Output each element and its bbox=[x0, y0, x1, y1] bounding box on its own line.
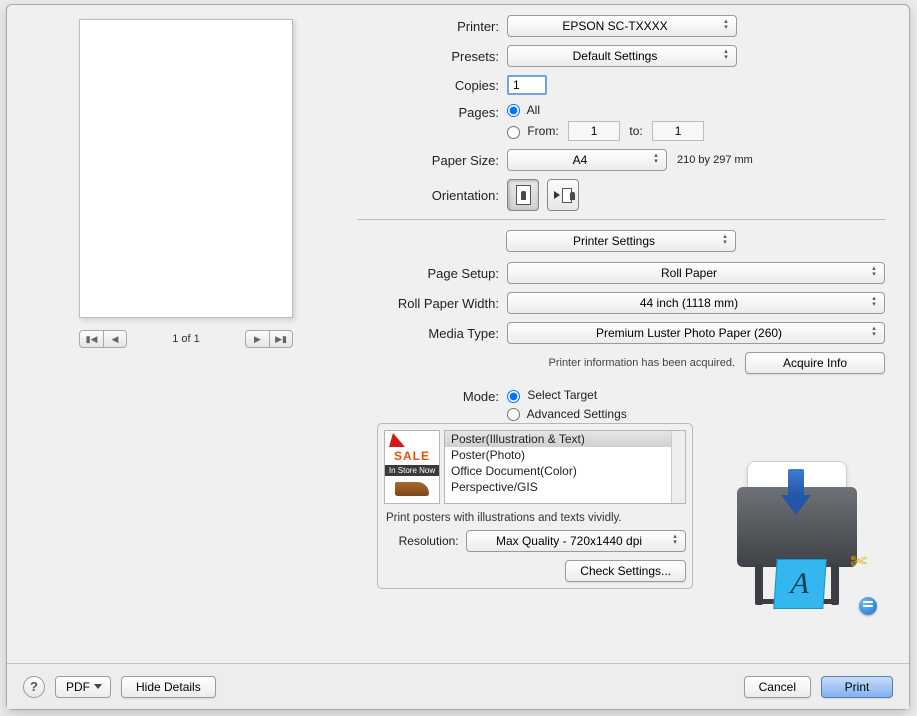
printer-label: Printer: bbox=[357, 19, 507, 34]
printer-value: EPSON SC-TXXXX bbox=[562, 19, 667, 33]
landscape-arrow-icon bbox=[554, 191, 560, 199]
pages-range-radio[interactable] bbox=[507, 126, 520, 139]
print-button[interactable]: Print bbox=[821, 676, 893, 698]
orientation-landscape-button[interactable] bbox=[547, 179, 579, 211]
thumb-instore-text: In Store Now bbox=[385, 465, 439, 476]
check-settings-button[interactable]: Check Settings... bbox=[565, 560, 686, 582]
chevron-down-icon bbox=[94, 684, 102, 689]
media-type-label: Media Type: bbox=[357, 326, 507, 341]
paper-size-value: A4 bbox=[573, 153, 588, 167]
page-setup-select[interactable]: Roll Paper bbox=[507, 262, 885, 284]
paper-size-select[interactable]: A4 bbox=[507, 149, 667, 171]
hide-details-button[interactable]: Hide Details bbox=[121, 676, 216, 698]
list-item[interactable]: Office Document(Color) bbox=[445, 463, 685, 479]
presets-select[interactable]: Default Settings bbox=[507, 45, 737, 67]
pages-from-input[interactable] bbox=[568, 121, 620, 141]
presets-label: Presets: bbox=[357, 49, 507, 64]
mode-advanced-label: Advanced Settings bbox=[527, 407, 627, 421]
landscape-icon bbox=[562, 188, 572, 203]
pages-from-label: From: bbox=[527, 124, 558, 138]
media-type-value: Premium Luster Photo Paper (260) bbox=[596, 326, 782, 340]
pages-label: Pages: bbox=[357, 103, 507, 120]
print-dialog: ▮◀ ◀ 1 of 1 ▶ ▶▮ Printer: EPSON SC-TXXXX… bbox=[6, 4, 910, 710]
mode-label: Mode: bbox=[357, 388, 507, 404]
target-description: Print posters with illustrations and tex… bbox=[384, 504, 686, 530]
shoe-icon bbox=[395, 482, 429, 496]
prev-page-button[interactable]: ◀ bbox=[103, 330, 127, 348]
pages-to-input[interactable] bbox=[652, 121, 704, 141]
roll-width-value: 44 inch (1118 mm) bbox=[640, 296, 738, 310]
page-preview bbox=[79, 19, 293, 318]
pages-all-label: All bbox=[527, 103, 540, 117]
resolution-value: Max Quality - 720x1440 dpi bbox=[496, 534, 642, 548]
scissors-icon: ✄ bbox=[850, 549, 867, 574]
pages-all-radio[interactable] bbox=[507, 104, 520, 117]
mode-select-target-label: Select Target bbox=[527, 388, 597, 402]
resolution-label: Resolution: bbox=[399, 534, 459, 548]
presets-value: Default Settings bbox=[573, 49, 658, 63]
help-button[interactable]: ? bbox=[23, 676, 45, 698]
page-setup-value: Roll Paper bbox=[661, 266, 717, 280]
panel-select-value: Printer Settings bbox=[573, 234, 655, 248]
roll-width-select[interactable]: 44 inch (1118 mm) bbox=[507, 292, 885, 314]
last-page-button[interactable]: ▶▮ bbox=[269, 330, 293, 348]
resolution-select[interactable]: Max Quality - 720x1440 dpi bbox=[466, 530, 686, 552]
preview-pane: ▮◀ ◀ 1 of 1 ▶ ▶▮ bbox=[21, 15, 351, 589]
first-page-button[interactable]: ▮◀ bbox=[79, 330, 103, 348]
page-indicator: 1 of 1 bbox=[172, 333, 200, 345]
printer-info-text: Printer information has been acquired. bbox=[507, 357, 745, 369]
printer-illustration: A ✄ bbox=[727, 441, 875, 621]
next-page-button[interactable]: ▶ bbox=[245, 330, 269, 348]
paper-size-dims: 210 by 297 mm bbox=[677, 154, 753, 166]
thumb-sale-text: SALE bbox=[385, 447, 439, 465]
list-item[interactable]: Perspective/GIS bbox=[445, 479, 685, 495]
paper-size-label: Paper Size: bbox=[357, 153, 507, 168]
mode-select-target-radio[interactable] bbox=[507, 390, 520, 403]
media-type-select[interactable]: Premium Luster Photo Paper (260) bbox=[507, 322, 885, 344]
pdf-label: PDF bbox=[66, 680, 90, 694]
page-setup-label: Page Setup: bbox=[357, 266, 507, 281]
heel-icon bbox=[389, 433, 405, 447]
dialog-footer: ? PDF Hide Details Cancel Print bbox=[7, 663, 909, 709]
mode-advanced-radio[interactable] bbox=[507, 408, 520, 421]
portrait-icon bbox=[516, 185, 531, 205]
settings-badge-icon[interactable] bbox=[859, 597, 877, 615]
printer-select[interactable]: EPSON SC-TXXXX bbox=[507, 15, 737, 37]
select-target-panel: SALE In Store Now Poster(Illustration & … bbox=[377, 423, 693, 589]
printer-sheet-letter: A bbox=[773, 559, 826, 609]
target-list[interactable]: Poster(Illustration & Text) Poster(Photo… bbox=[444, 430, 686, 504]
preview-pager: ▮◀ ◀ 1 of 1 ▶ ▶▮ bbox=[79, 330, 293, 348]
pages-to-label: to: bbox=[629, 124, 642, 138]
acquire-info-button[interactable]: Acquire Info bbox=[745, 352, 885, 374]
cancel-button[interactable]: Cancel bbox=[744, 676, 811, 698]
list-item[interactable]: Poster(Illustration & Text) bbox=[445, 431, 685, 447]
copies-label: Copies: bbox=[357, 78, 507, 93]
target-thumbnail: SALE In Store Now bbox=[384, 430, 440, 504]
list-item[interactable]: Poster(Photo) bbox=[445, 447, 685, 463]
orientation-portrait-button[interactable] bbox=[507, 179, 539, 211]
pdf-dropdown-button[interactable]: PDF bbox=[55, 676, 111, 698]
copies-input[interactable] bbox=[507, 75, 547, 95]
orientation-label: Orientation: bbox=[357, 188, 507, 203]
panel-select[interactable]: Printer Settings bbox=[506, 230, 736, 252]
target-scrollbar[interactable] bbox=[671, 431, 685, 503]
roll-width-label: Roll Paper Width: bbox=[357, 296, 507, 311]
